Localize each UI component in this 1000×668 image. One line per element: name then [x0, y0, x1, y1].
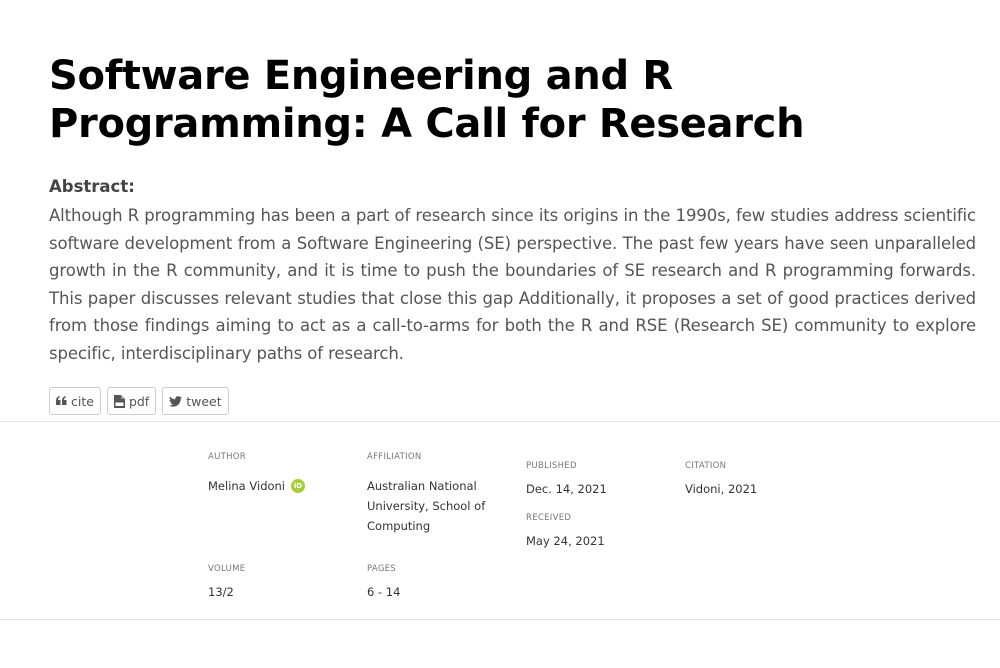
share-bar: cite pdf tweet — [49, 387, 229, 415]
quote-icon — [56, 396, 67, 406]
volume-label: Volume — [208, 564, 246, 574]
cite-label: cite — [71, 393, 94, 409]
tweet-label: tweet — [186, 393, 222, 409]
article-metadata: Author Melina Vidoni iD Affiliation Aust… — [0, 421, 1000, 620]
meta-citation: Citation Vidoni, 2021 — [685, 461, 757, 499]
pages-value: 6 - 14 — [367, 585, 401, 599]
author-name[interactable]: Melina Vidoni — [208, 476, 285, 496]
published-label: Published — [526, 461, 577, 471]
meta-pages: Pages 6 - 14 — [367, 564, 400, 602]
orcid-icon[interactable]: iD — [291, 479, 306, 493]
author-label: Author — [208, 452, 247, 462]
meta-published: Published Dec. 14, 2021 — [526, 461, 607, 499]
abstract-label: Abstract: — [49, 177, 135, 196]
cite-button[interactable]: cite — [49, 387, 101, 415]
pdf-file-icon — [113, 394, 125, 408]
pdf-label: pdf — [128, 393, 150, 409]
abstract-text: Although R programming has been a part o… — [49, 206, 976, 363]
twitter-icon — [169, 395, 183, 407]
pages-label: Pages — [367, 564, 397, 574]
affiliation-value: Australian National University, School o… — [367, 479, 486, 533]
citation-label: Citation — [685, 461, 727, 471]
meta-affiliation: Affiliation Australian National Universi… — [367, 452, 497, 536]
meta-volume: Volume 13/2 — [208, 564, 245, 602]
affiliation-label: Affiliation — [367, 452, 422, 462]
meta-received: Received May 24, 2021 — [526, 513, 605, 551]
volume-value: 13/2 — [208, 585, 234, 599]
pdf-button[interactable]: pdf — [106, 387, 157, 415]
received-label: Received — [526, 513, 572, 523]
meta-author: Author Melina Vidoni iD — [208, 452, 306, 496]
page-title: Software Engineering and R Programming: … — [49, 53, 805, 147]
received-value: May 24, 2021 — [526, 534, 605, 548]
tweet-button[interactable]: tweet — [162, 387, 229, 415]
published-value: Dec. 14, 2021 — [526, 482, 607, 496]
citation-value: Vidoni, 2021 — [685, 482, 758, 496]
